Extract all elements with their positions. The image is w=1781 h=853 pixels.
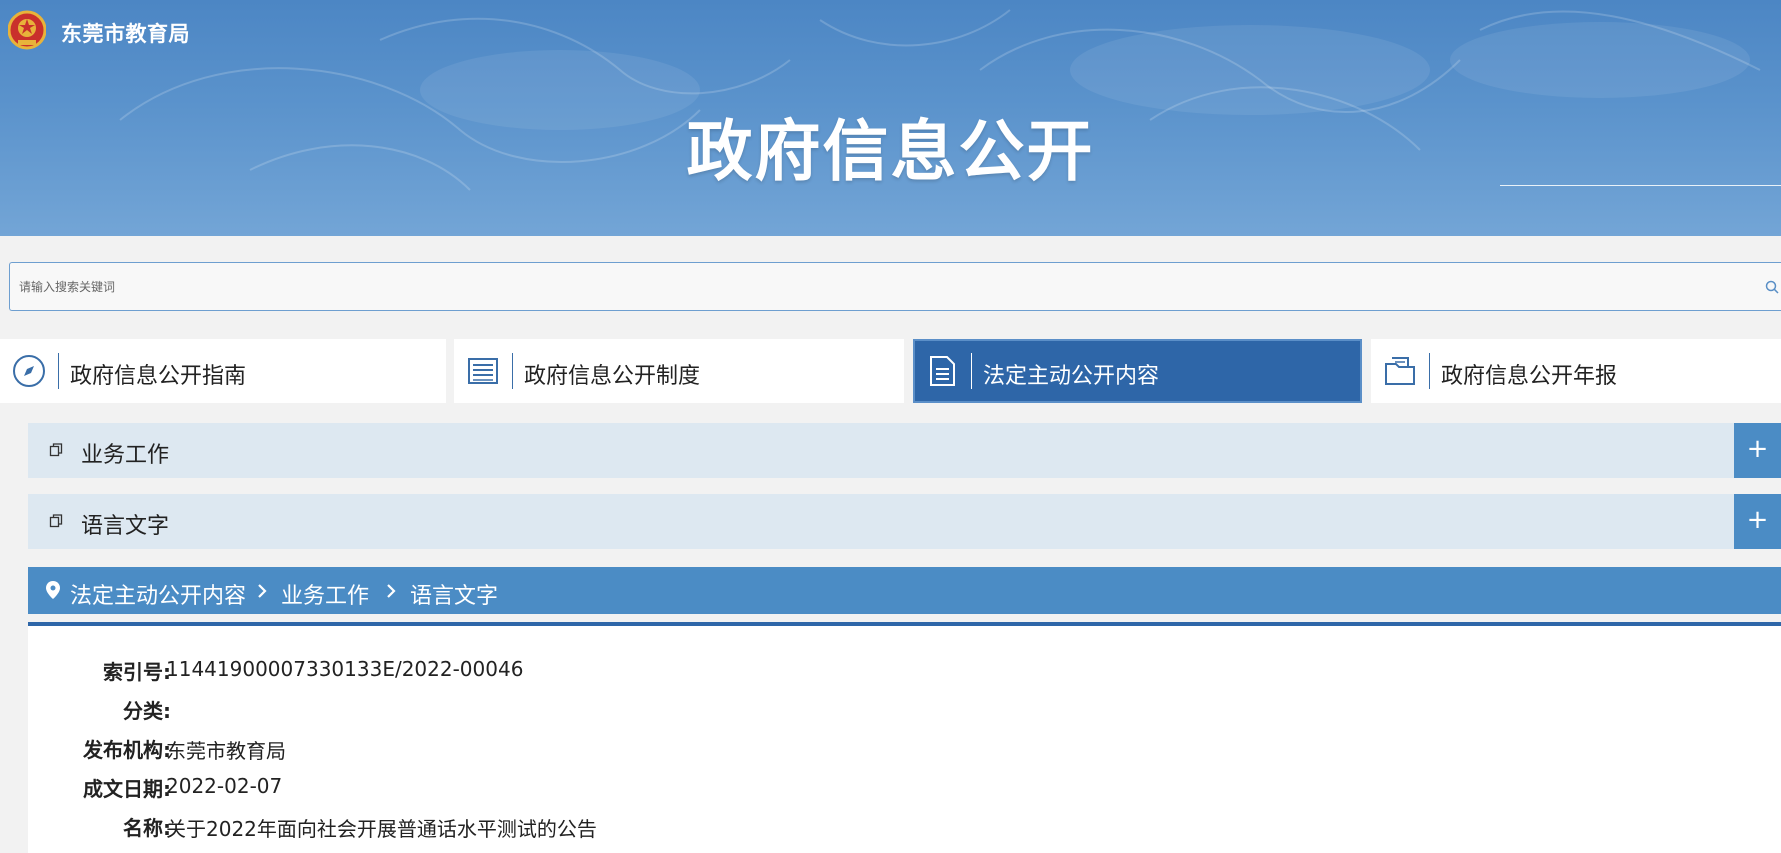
- tab-label: 政府信息公开指南: [70, 364, 247, 389]
- meta-label: 名称:: [123, 816, 171, 840]
- chevron-right-icon: [258, 584, 267, 598]
- copy-icon: [49, 514, 63, 528]
- tab-label: 法定主动公开内容: [983, 364, 1160, 389]
- expand-button[interactable]: +: [1734, 494, 1781, 549]
- breadcrumb-item[interactable]: 语言文字: [410, 578, 498, 610]
- meta-row-date: 成文日期: 2022-02-07: [28, 773, 1781, 807]
- meta-row-index: 索引号: 11441900007330133E/2022-00046: [28, 656, 1781, 690]
- compass-icon: [13, 355, 45, 387]
- breadcrumb: 法定主动公开内容 业务工作 语言文字: [28, 567, 1781, 614]
- meta-label: 索引号:: [103, 660, 171, 684]
- location-pin-icon: [46, 581, 60, 599]
- meta-value: 2022-02-07: [166, 774, 283, 798]
- accordion-label: 语言文字: [81, 514, 170, 539]
- tab-separator: [58, 353, 59, 389]
- tab-separator: [512, 353, 513, 389]
- tab-annual-report[interactable]: 政府信息公开年报: [1371, 339, 1781, 403]
- meta-row-category: 分类:: [28, 695, 1781, 729]
- tab-separator: [971, 353, 972, 389]
- header-banner: 东莞市教育局 政府信息公开: [0, 0, 1781, 236]
- tab-separator: [1429, 353, 1430, 389]
- tab-label: 政府信息公开年报: [1441, 364, 1618, 389]
- list-icon: [468, 358, 498, 384]
- meta-label: 分类:: [123, 699, 171, 723]
- tab-disclosure-guide[interactable]: 政府信息公开指南: [0, 339, 446, 403]
- meta-value: 东莞市教育局: [166, 739, 286, 763]
- site-name[interactable]: 东莞市教育局: [61, 18, 190, 48]
- banner-divider: [1500, 185, 1781, 186]
- meta-label: 发布机构:: [83, 738, 171, 762]
- tab-statutory-content[interactable]: 法定主动公开内容: [913, 339, 1362, 403]
- meta-label: 成文日期:: [83, 777, 171, 801]
- tab-disclosure-system[interactable]: 政府信息公开制度: [454, 339, 904, 403]
- search-icon[interactable]: [1765, 280, 1779, 294]
- meta-value: 11441900007330133E/2022-00046: [166, 657, 524, 681]
- national-emblem-icon[interactable]: [7, 10, 47, 51]
- folder-icon: [1385, 357, 1415, 385]
- accordion-label: 业务工作: [81, 443, 170, 468]
- expand-button[interactable]: +: [1734, 423, 1781, 478]
- document-icon: [930, 356, 955, 386]
- search-bar: [9, 262, 1781, 311]
- meta-row-title: 名称: 关于2022年面向社会开展普通话水平测试的公告: [28, 812, 1781, 846]
- accordion-business-work[interactable]: 业务工作 +: [28, 423, 1781, 478]
- chevron-right-icon: [387, 584, 396, 598]
- meta-row-publisher: 发布机构: 东莞市教育局: [28, 734, 1781, 768]
- search-input[interactable]: [10, 263, 1759, 310]
- breadcrumb-item[interactable]: 法定主动公开内容: [70, 578, 246, 610]
- tab-label: 政府信息公开制度: [524, 364, 701, 389]
- copy-icon: [49, 443, 63, 457]
- page-title: 政府信息公开: [686, 113, 1095, 190]
- accordion-language[interactable]: 语言文字 +: [28, 494, 1781, 549]
- meta-value: 关于2022年面向社会开展普通话水平测试的公告: [166, 817, 597, 841]
- breadcrumb-item[interactable]: 业务工作: [281, 578, 369, 610]
- document-meta-panel: 索引号: 11441900007330133E/2022-00046 分类: 发…: [28, 626, 1781, 853]
